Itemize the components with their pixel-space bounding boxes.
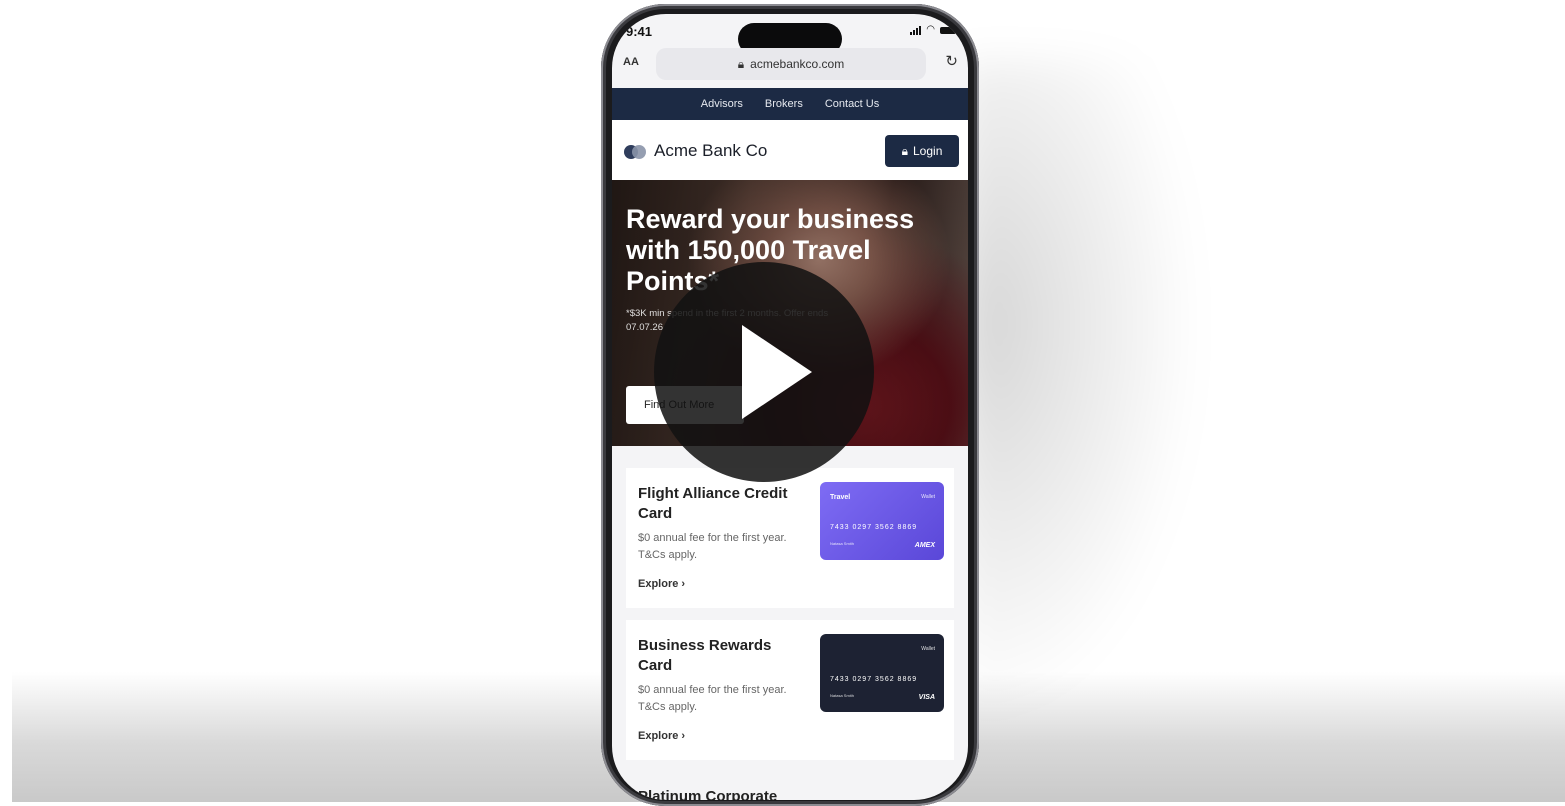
product-description: $0 annual fee for the first year. T&Cs a… <box>638 532 787 561</box>
address-bar[interactable]: 🔒︎ acmebankco.com <box>656 48 926 80</box>
lock-icon: 🔒︎ <box>901 143 908 158</box>
nav-brokers[interactable]: Brokers <box>765 98 803 110</box>
status-time: 9:41 <box>626 24 653 39</box>
nav-contact-us[interactable]: Contact Us <box>825 98 879 110</box>
site-header: Acme Bank Co 🔒︎ Login <box>612 120 968 180</box>
lock-icon: 🔒︎ <box>737 56 745 71</box>
nav-advisors[interactable]: Advisors <box>701 98 743 110</box>
text-size-button[interactable]: AA <box>623 56 639 68</box>
login-button[interactable]: 🔒︎ Login <box>885 135 959 167</box>
login-label: Login <box>913 144 943 158</box>
url-text: acmebankco.com <box>750 57 845 71</box>
top-nav: Advisors Brokers Contact Us <box>612 88 968 120</box>
brand-name[interactable]: Acme Bank Co <box>654 141 767 161</box>
wifi-icon: ◠ <box>926 24 935 35</box>
credit-card-image: Travel Wallet 7433 0297 3562 8869 Natasa… <box>820 482 944 560</box>
brand-logo-icon[interactable] <box>624 145 646 159</box>
explore-link[interactable]: Explore › <box>638 578 685 590</box>
phone-shadow <box>960 60 1200 720</box>
explore-link[interactable]: Explore › <box>638 730 685 742</box>
next-product-title: Platinum Corporate <box>638 788 778 800</box>
product-description: $0 annual fee for the first year. T&Cs a… <box>638 684 787 713</box>
product-card-flight-alliance: Flight Alliance Credit Card $0 annual fe… <box>626 468 954 608</box>
credit-card-image: Wallet 7433 0297 3562 8869 Natasa Smith … <box>820 634 944 712</box>
signal-icon <box>910 25 922 35</box>
reload-icon[interactable]: ↻ <box>945 52 958 70</box>
product-title: Business Rewards Card <box>638 637 772 674</box>
play-icon[interactable] <box>742 325 812 419</box>
product-title: Flight Alliance Credit Card <box>638 485 788 522</box>
status-icons: ◠ <box>910 25 956 35</box>
battery-icon <box>940 26 956 34</box>
product-card-business-rewards: Business Rewards Card $0 annual fee for … <box>626 620 954 760</box>
